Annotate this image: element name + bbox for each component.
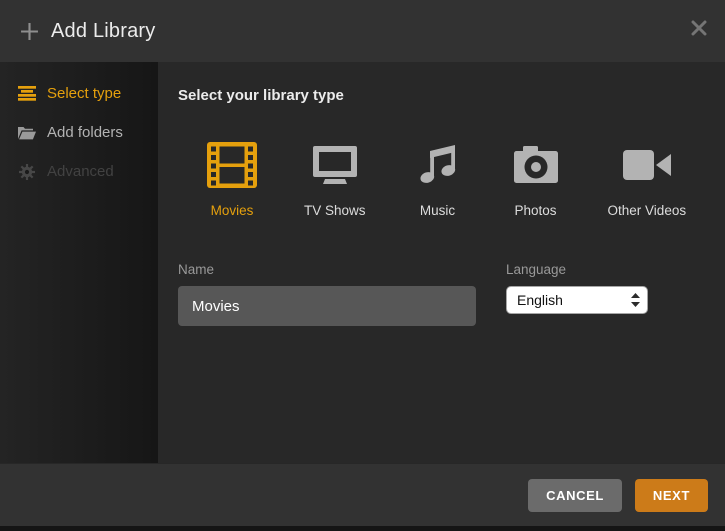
cancel-button[interactable]: CANCEL bbox=[528, 479, 622, 512]
sidebar-item-label: Advanced bbox=[47, 163, 114, 180]
music-note-icon bbox=[415, 140, 461, 190]
library-form: Name Language English bbox=[178, 262, 725, 326]
library-type-picker: Movies TV Shows bbox=[206, 140, 725, 218]
sidebar-item-label: Add folders bbox=[47, 124, 123, 141]
sidebar: Select type Add folders bbox=[0, 62, 158, 463]
camera-icon bbox=[513, 140, 559, 190]
folder-icon bbox=[18, 126, 36, 140]
type-tv-shows[interactable]: TV Shows bbox=[304, 140, 366, 218]
type-label: Music bbox=[420, 203, 455, 218]
sidebar-item-add-folders[interactable]: Add folders bbox=[0, 113, 158, 152]
type-other-videos[interactable]: Other Videos bbox=[608, 140, 687, 218]
next-button[interactable]: NEXT bbox=[635, 479, 708, 512]
tv-icon bbox=[310, 140, 360, 190]
close-icon[interactable] bbox=[690, 19, 708, 37]
language-select[interactable]: English bbox=[506, 286, 648, 314]
video-camera-icon bbox=[623, 140, 671, 190]
type-label: Other Videos bbox=[608, 203, 687, 218]
language-select-wrap: English bbox=[506, 286, 648, 314]
add-library-dialog: Add Library Select type bbox=[0, 0, 725, 531]
select-type-icon bbox=[18, 86, 36, 101]
name-label: Name bbox=[178, 262, 476, 277]
section-heading: Select your library type bbox=[178, 87, 725, 104]
type-movies[interactable]: Movies bbox=[206, 140, 258, 218]
name-field-group: Name bbox=[178, 262, 476, 326]
type-label: Movies bbox=[211, 203, 254, 218]
plus-icon bbox=[20, 22, 39, 41]
type-music[interactable]: Music bbox=[412, 140, 464, 218]
film-icon bbox=[207, 140, 257, 190]
dialog-body: Select type Add folders bbox=[0, 62, 725, 463]
name-input[interactable] bbox=[178, 286, 476, 326]
dialog-header: Add Library bbox=[0, 0, 725, 62]
sidebar-item-label: Select type bbox=[47, 85, 121, 102]
type-label: TV Shows bbox=[304, 203, 366, 218]
language-field-group: Language English bbox=[506, 262, 648, 314]
sidebar-item-advanced: Advanced bbox=[0, 152, 158, 191]
dialog-title: Add Library bbox=[51, 20, 155, 43]
main-panel: Select your library type bbox=[158, 62, 725, 463]
gear-icon bbox=[18, 164, 36, 180]
language-label: Language bbox=[506, 262, 648, 277]
dialog-footer: CANCEL NEXT bbox=[0, 463, 725, 526]
type-photos[interactable]: Photos bbox=[510, 140, 562, 218]
type-label: Photos bbox=[515, 203, 557, 218]
page-background-edge bbox=[0, 526, 725, 531]
sidebar-item-select-type[interactable]: Select type bbox=[0, 74, 158, 113]
